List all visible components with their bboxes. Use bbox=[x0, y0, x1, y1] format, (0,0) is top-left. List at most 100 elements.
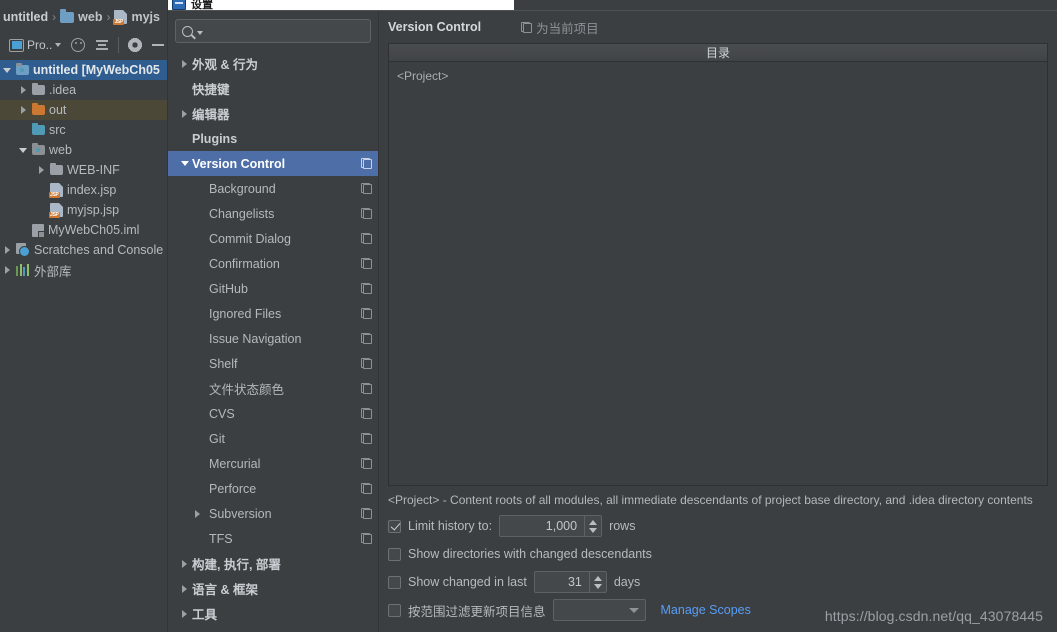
settings-tree-item[interactable]: Ignored Files bbox=[168, 301, 378, 326]
chevron-right-icon[interactable] bbox=[190, 509, 205, 518]
stepper-buttons[interactable] bbox=[584, 516, 602, 536]
chevron-right-icon[interactable] bbox=[177, 59, 192, 68]
tree-item-idea[interactable]: .idea bbox=[0, 80, 168, 100]
settings-tree-item[interactable]: Git bbox=[168, 426, 378, 451]
copy-icon[interactable] bbox=[361, 308, 372, 319]
locate-file-button[interactable] bbox=[66, 36, 90, 54]
settings-tree-item[interactable]: Plugins bbox=[168, 126, 378, 151]
copy-icon[interactable] bbox=[361, 483, 372, 494]
copy-icon[interactable] bbox=[361, 208, 372, 219]
show-changed-checkbox[interactable] bbox=[388, 575, 401, 589]
expand-arrow-icon[interactable] bbox=[36, 166, 46, 174]
copy-icon[interactable] bbox=[361, 158, 372, 169]
stepper-down-icon[interactable] bbox=[593, 583, 602, 589]
table-column-header[interactable]: 目录 bbox=[389, 44, 1047, 62]
limit-history-value[interactable]: 1,000 bbox=[500, 516, 585, 536]
settings-tree-item[interactable]: 语言 & 框架 bbox=[168, 576, 378, 601]
project-view-button[interactable]: Pro.. bbox=[4, 36, 66, 54]
stepper-buttons[interactable] bbox=[588, 572, 606, 592]
breadcrumb-item-untitled[interactable]: untitled bbox=[0, 10, 51, 24]
settings-tree-item[interactable]: CVS bbox=[168, 401, 378, 426]
settings-button[interactable] bbox=[123, 36, 147, 54]
chevron-right-icon[interactable] bbox=[177, 109, 192, 118]
table-row[interactable]: <Project> bbox=[397, 68, 1047, 84]
show-changed-stepper[interactable]: 31 bbox=[533, 571, 607, 593]
project-tree[interactable]: untitled [MyWebCh05 .idea out src web WE… bbox=[0, 60, 168, 280]
tree-item-myjsp-jsp[interactable]: myjsp.jsp bbox=[0, 200, 168, 220]
settings-tree-item[interactable]: Perforce bbox=[168, 476, 378, 501]
show-directories-checkbox[interactable] bbox=[388, 547, 401, 561]
tree-item-web[interactable]: web bbox=[0, 140, 168, 160]
expand-arrow-icon[interactable] bbox=[18, 86, 28, 94]
tree-item-scratches[interactable]: Scratches and Console bbox=[0, 240, 168, 260]
tree-item-untitled[interactable]: untitled [MyWebCh05 bbox=[0, 60, 168, 80]
settings-tree-item[interactable]: GitHub bbox=[168, 276, 378, 301]
limit-history-stepper[interactable]: 1,000 bbox=[499, 515, 603, 537]
copy-icon[interactable] bbox=[361, 183, 372, 194]
settings-tree-item[interactable]: 编辑器 bbox=[168, 101, 378, 126]
settings-tree-item[interactable]: Subversion bbox=[168, 501, 378, 526]
expand-arrow-icon[interactable] bbox=[18, 106, 28, 114]
chevron-down-icon[interactable] bbox=[628, 607, 639, 613]
settings-tree-item[interactable]: TFS bbox=[168, 526, 378, 551]
copy-icon[interactable] bbox=[361, 258, 372, 269]
chevron-down-icon[interactable] bbox=[177, 161, 192, 166]
tree-item-web-inf[interactable]: WEB-INF bbox=[0, 160, 168, 180]
breadcrumb-item-myjsp[interactable]: myjs bbox=[111, 10, 163, 25]
settings-tree-item[interactable]: Issue Navigation bbox=[168, 326, 378, 351]
copy-icon[interactable] bbox=[361, 358, 372, 369]
expand-arrow-icon[interactable] bbox=[2, 67, 12, 73]
settings-tree-item[interactable]: 文件状态颜色 bbox=[168, 376, 378, 401]
chevron-right-icon[interactable] bbox=[177, 584, 192, 593]
copy-icon[interactable] bbox=[361, 433, 372, 444]
settings-tree-item[interactable]: 工具 bbox=[168, 601, 378, 626]
copy-icon[interactable] bbox=[361, 233, 372, 244]
expand-arrow-icon[interactable] bbox=[18, 147, 28, 153]
settings-tree-item[interactable]: 快捷键 bbox=[168, 76, 378, 101]
tree-item-index-jsp[interactable]: index.jsp bbox=[0, 180, 168, 200]
tree-item-out[interactable]: out bbox=[0, 100, 168, 120]
copy-icon[interactable] bbox=[361, 283, 372, 294]
copy-icon[interactable] bbox=[361, 333, 372, 344]
expand-arrow-icon[interactable] bbox=[2, 266, 12, 274]
collapse-all-button[interactable] bbox=[90, 36, 114, 54]
settings-tree-item[interactable]: 构建, 执行, 部署 bbox=[168, 551, 378, 576]
copy-icon[interactable] bbox=[361, 383, 372, 394]
show-changed-value[interactable]: 31 bbox=[534, 572, 589, 592]
settings-tree[interactable]: 外观 & 行为 快捷键 编辑器 Plugins Version Control Backg… bbox=[168, 49, 378, 632]
settings-tree-item[interactable]: Shelf bbox=[168, 351, 378, 376]
breadcrumb-label: myjs bbox=[131, 10, 160, 24]
settings-tree-item[interactable]: Confirmation bbox=[168, 251, 378, 276]
copy-icon[interactable] bbox=[361, 533, 372, 544]
scope-select[interactable] bbox=[552, 599, 646, 621]
settings-tree-item[interactable]: 外观 & 行为 bbox=[168, 51, 378, 76]
copy-icon[interactable] bbox=[361, 458, 372, 469]
directories-table[interactable]: 目录 <Project> bbox=[388, 43, 1048, 486]
stepper-up-icon[interactable] bbox=[589, 519, 598, 525]
tree-item-external-libraries[interactable]: 外部库 bbox=[0, 260, 168, 280]
copy-icon[interactable] bbox=[361, 408, 372, 419]
table-body[interactable]: <Project> bbox=[389, 62, 1047, 485]
filter-scope-checkbox[interactable] bbox=[388, 603, 401, 617]
search-input[interactable] bbox=[206, 23, 365, 39]
limit-history-checkbox[interactable] bbox=[388, 519, 401, 533]
copy-icon[interactable] bbox=[361, 508, 372, 519]
manage-scopes-link[interactable]: Manage Scopes bbox=[661, 603, 751, 617]
settings-tree-item[interactable]: Mercurial bbox=[168, 451, 378, 476]
scope-indicator[interactable]: 为当前项目 bbox=[521, 18, 599, 37]
dialog-titlebar[interactable]: 设置 bbox=[168, 0, 514, 10]
chevron-right-icon[interactable] bbox=[177, 559, 192, 568]
settings-tree-item[interactable]: Commit Dialog bbox=[168, 226, 378, 251]
tree-item-src[interactable]: src bbox=[0, 120, 168, 140]
expand-arrow-icon[interactable] bbox=[2, 246, 12, 254]
chevron-right-icon[interactable] bbox=[177, 609, 192, 618]
chevron-down-icon[interactable] bbox=[197, 30, 203, 35]
tree-item-iml[interactable]: MyWebCh05.iml bbox=[0, 220, 168, 240]
breadcrumb-item-web[interactable]: web bbox=[57, 8, 105, 24]
settings-tree-item[interactable]: Background bbox=[168, 176, 378, 201]
settings-tree-item[interactable]: Version Control bbox=[168, 151, 378, 176]
stepper-up-icon[interactable] bbox=[593, 575, 602, 581]
settings-tree-item[interactable]: Changelists bbox=[168, 201, 378, 226]
search-box[interactable] bbox=[175, 19, 371, 43]
stepper-down-icon[interactable] bbox=[589, 527, 598, 533]
